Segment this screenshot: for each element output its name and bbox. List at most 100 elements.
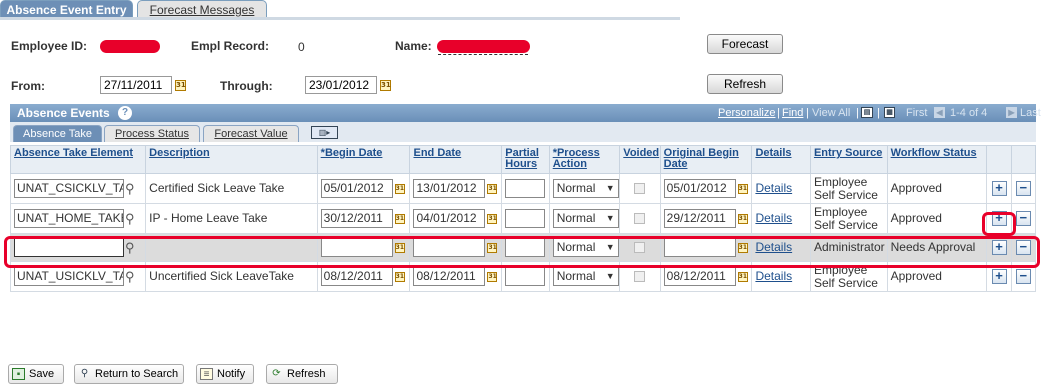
partial-hours-input[interactable] <box>505 209 546 228</box>
original-begin-input[interactable]: 05/01/2012 <box>663 179 736 198</box>
subtab-absence-take[interactable]: Absence Take <box>13 125 102 142</box>
grid-view-icon[interactable]: ▦ <box>884 107 895 118</box>
col-end-date[interactable]: End Date <box>409 145 503 174</box>
col-description[interactable]: Description <box>145 145 318 174</box>
calendar-icon[interactable]: 31 <box>737 271 748 282</box>
partial-hours-input[interactable] <box>505 267 546 286</box>
personalize-link[interactable]: Personalize <box>718 104 775 122</box>
col-voided[interactable]: Voided <box>619 145 661 174</box>
annotation-highlight-row <box>4 236 1040 268</box>
calendar-icon[interactable]: 31 <box>394 183 405 194</box>
calendar-icon[interactable]: 31 <box>737 183 748 194</box>
element-input[interactable]: UNAT_CSICKLV_TA <box>14 179 124 198</box>
absence-events-table: Absence Take Element Description *Begin … <box>9 145 1037 292</box>
table-row: UNAT_CSICKLV_TA⚲ Certified Sick Leave Ta… <box>9 173 1037 204</box>
original-begin-input[interactable]: 29/12/2011 <box>663 209 736 228</box>
dropdown-arrow-icon: ▼ <box>605 183 615 193</box>
notify-button[interactable]: ≡ Notify <box>196 364 254 384</box>
voided-checkbox[interactable] <box>634 271 646 283</box>
original-begin-input[interactable]: 08/12/2011 <box>663 267 736 286</box>
col-begin-date[interactable]: *Begin Date <box>316 145 411 174</box>
end-date-input[interactable]: 13/01/2012 <box>413 179 486 198</box>
partial-hours-input[interactable] <box>505 179 546 198</box>
from-calendar-icon[interactable]: 31 <box>175 80 186 91</box>
next-icon[interactable]: ▶ <box>1006 107 1017 118</box>
entry-source-cell: Employee Self Service <box>809 203 888 234</box>
end-date-input[interactable]: 04/01/2012 <box>413 209 486 228</box>
subtab-forecast-value[interactable]: Forecast Value <box>203 125 299 142</box>
employee-id-label: Employee ID: <box>11 39 88 53</box>
lookup-icon[interactable]: ⚲ <box>125 212 135 225</box>
col-details[interactable]: Details <box>751 145 811 174</box>
search-icon: ⚲ <box>80 368 89 379</box>
find-link[interactable]: Find <box>782 104 803 122</box>
description-cell: IP - Home Leave Take <box>145 203 318 234</box>
begin-date-input[interactable]: 08/12/2011 <box>320 267 393 286</box>
name-underline <box>438 54 528 55</box>
calendar-icon[interactable]: 31 <box>487 213 498 224</box>
calendar-icon[interactable]: 31 <box>487 183 498 194</box>
through-calendar-icon[interactable]: 31 <box>380 80 391 91</box>
calendar-icon[interactable]: 31 <box>394 271 405 282</box>
return-to-search-button[interactable]: ⚲ Return to Search <box>74 364 184 384</box>
process-action-value: Normal <box>556 181 596 195</box>
element-input[interactable]: UNAT_USICKLV_TA <box>14 267 124 286</box>
voided-checkbox[interactable] <box>634 213 646 225</box>
process-action-select[interactable]: Normal ▼ <box>552 267 619 286</box>
from-date-input[interactable]: 27/11/2011 <box>100 76 172 94</box>
return-label: Return to Search <box>95 368 179 380</box>
tab-absence-event-entry[interactable]: Absence Event Entry <box>0 0 133 18</box>
download-icon[interactable]: ▤ <box>861 107 873 118</box>
add-row-icon[interactable]: + <box>991 269 1007 284</box>
empl-record-value: 0 <box>298 40 305 54</box>
calendar-icon[interactable]: 31 <box>394 213 405 224</box>
voided-checkbox[interactable] <box>634 183 646 195</box>
first-link[interactable]: First <box>906 104 927 122</box>
process-action-select[interactable]: Normal ▼ <box>552 179 619 198</box>
save-icon: ▪ <box>12 368 25 380</box>
save-label: Save <box>29 368 55 380</box>
details-link[interactable]: Details <box>755 211 792 225</box>
row-range: 1-4 of 4 <box>950 107 988 119</box>
process-action-select[interactable]: Normal ▼ <box>552 209 619 228</box>
col-partial-hours[interactable]: Partial Hours <box>501 145 550 174</box>
col-process-action[interactable]: *Process Action <box>548 145 621 174</box>
forecast-button[interactable]: Forecast <box>707 34 783 54</box>
end-date-input[interactable]: 08/12/2011 <box>413 267 486 286</box>
details-link[interactable]: Details <box>755 269 792 283</box>
delete-row-icon[interactable]: − <box>1015 269 1031 284</box>
refresh-top-button[interactable]: Refresh <box>707 74 783 94</box>
calendar-icon[interactable]: 31 <box>487 271 498 282</box>
col-original-begin-date[interactable]: Original Begin Date <box>659 145 753 174</box>
table-header-row: Absence Take Element Description *Begin … <box>9 145 1037 174</box>
dropdown-arrow-icon: ▼ <box>605 271 615 281</box>
subtab-process-status[interactable]: Process Status <box>104 125 200 142</box>
refresh-bottom-button[interactable]: ⟳ Refresh <box>266 364 338 384</box>
prev-icon[interactable]: ◀ <box>934 107 945 118</box>
tab-forecast-messages[interactable]: Forecast Messages <box>137 0 267 18</box>
col-workflow-status[interactable]: Workflow Status <box>886 145 988 174</box>
delete-row-icon[interactable]: − <box>1015 211 1031 226</box>
delete-row-icon[interactable]: − <box>1015 181 1031 196</box>
refresh-icon: ⟳ <box>272 368 281 379</box>
process-action-value: Normal <box>556 211 596 225</box>
empl-record-label: Empl Record: <box>191 39 270 53</box>
save-button[interactable]: ▪ Save <box>8 364 64 384</box>
notify-icon: ≡ <box>200 368 213 380</box>
add-row-icon[interactable]: + <box>991 181 1007 196</box>
begin-date-input[interactable]: 05/01/2012 <box>320 179 393 198</box>
last-link[interactable]: Last <box>1020 104 1041 122</box>
calendar-icon[interactable]: 31 <box>737 213 748 224</box>
details-link[interactable]: Details <box>755 181 792 195</box>
view-all-link[interactable]: View All <box>812 104 850 122</box>
show-all-columns-icon[interactable]: ▥▸ <box>311 126 338 139</box>
help-icon[interactable]: ? <box>118 106 132 120</box>
col-entry-source[interactable]: Entry Source <box>809 145 888 174</box>
col-absence-take-element[interactable]: Absence Take Element <box>9 145 147 174</box>
lookup-icon[interactable]: ⚲ <box>125 182 135 195</box>
element-input[interactable]: UNAT_HOME_TAKE <box>14 209 124 228</box>
begin-date-input[interactable]: 30/12/2011 <box>320 209 393 228</box>
lookup-icon[interactable]: ⚲ <box>125 270 135 283</box>
grid-title: Absence Events <box>17 106 110 120</box>
through-date-input[interactable]: 23/01/2012 <box>305 76 377 94</box>
